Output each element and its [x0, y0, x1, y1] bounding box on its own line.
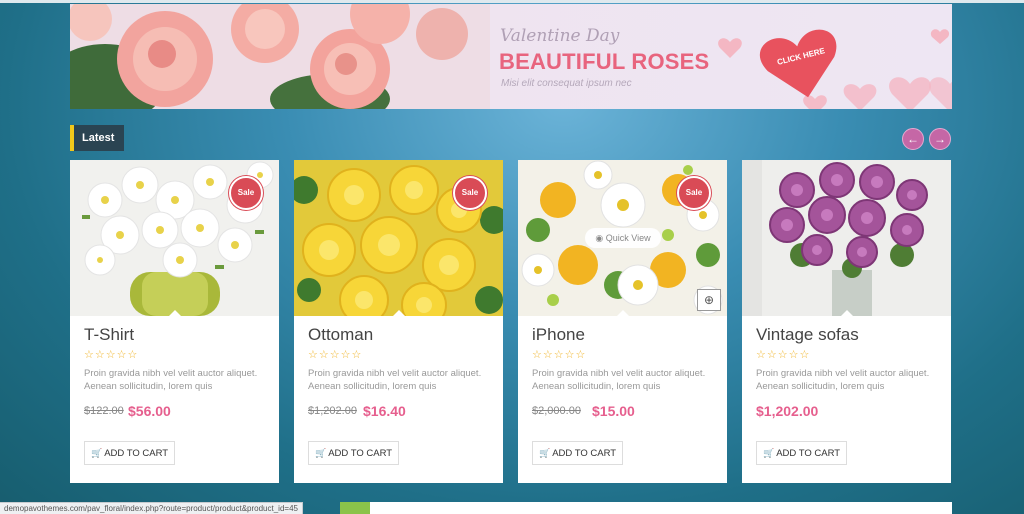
rating-stars: ☆☆☆☆☆: [756, 349, 811, 361]
product-description: Proin gravida nibh vel velit auctor aliq…: [84, 368, 258, 392]
product-old-price: $122.00: [84, 405, 124, 417]
add-to-cart-label: ADD TO CART: [104, 448, 169, 459]
add-to-cart-label: ADD TO CART: [328, 448, 393, 459]
add-to-cart-button[interactable]: 🛒 ADD TO CART: [84, 441, 176, 465]
hearts-decoration: [718, 29, 952, 109]
product-name[interactable]: T-Shirt: [84, 325, 134, 345]
product-card[interactable]: Sale Ottoman ☆☆☆☆☆ Proin gravida nibh ve…: [294, 160, 503, 483]
product-price: $56.00: [128, 403, 171, 419]
rating-stars: ☆☆☆☆☆: [308, 349, 363, 361]
carousel-next-button[interactable]: →: [929, 128, 951, 150]
product-name[interactable]: Ottoman: [308, 325, 373, 345]
top-line: [0, 0, 1024, 3]
product-price: $15.00: [592, 403, 635, 419]
product-description: Proin gravida nibh vel velit auctor aliq…: [308, 368, 482, 392]
sale-badge: Sale: [453, 176, 487, 210]
banner-subtext: Misi elit consequat ipsum nec: [501, 78, 632, 89]
carousel-prev-button[interactable]: ←: [902, 128, 924, 150]
product-price: $16.40: [363, 403, 406, 419]
cart-icon: 🛒: [315, 448, 327, 458]
quick-view-button[interactable]: ◉ Quick View: [585, 228, 661, 248]
cart-icon: 🛒: [763, 448, 775, 458]
cart-icon: 🛒: [539, 448, 551, 458]
card-notch: [840, 310, 854, 317]
card-notch: [616, 310, 630, 317]
banner-kicker: Valentine Day: [500, 26, 620, 46]
next-section-tab: [340, 502, 370, 514]
next-section-panel: [370, 502, 952, 514]
add-to-cart-label: ADD TO CART: [776, 448, 841, 459]
product-card[interactable]: Sale T-Shirt ☆☆☆☆☆ Proin gravida nibh ve…: [70, 160, 279, 483]
product-name[interactable]: iPhone: [532, 325, 585, 345]
add-to-cart-button[interactable]: 🛒 ADD TO CART: [756, 441, 848, 465]
card-notch: [168, 310, 182, 317]
eye-icon: ◉: [595, 233, 606, 243]
browser-status-url: demopavothemes.com/pav_floral/index.php?…: [0, 502, 303, 514]
quick-view-label: Quick View: [605, 233, 651, 243]
add-to-cart-button[interactable]: 🛒 ADD TO CART: [532, 441, 624, 465]
product-card[interactable]: Vintage sofas ☆☆☆☆☆ Proin gravida nibh v…: [742, 160, 951, 483]
add-to-cart-button[interactable]: 🛒 ADD TO CART: [308, 441, 400, 465]
rating-stars: ☆☆☆☆☆: [532, 349, 587, 361]
promo-banner[interactable]: Valentine Day BEAUTIFUL ROSES Misi elit …: [70, 4, 952, 109]
banner-headline: BEAUTIFUL ROSES: [499, 49, 710, 74]
section-title-latest: Latest: [70, 125, 124, 151]
product-old-price: $2,000.00: [532, 405, 581, 417]
rating-stars: ☆☆☆☆☆: [84, 349, 139, 361]
sale-badge: Sale: [677, 176, 711, 210]
product-old-price: $1,202.00: [308, 405, 357, 417]
product-price: $1,202.00: [756, 403, 819, 419]
product-card[interactable]: Sale ◉ Quick View ⊕ iPhone ☆☆☆☆☆ Proin g…: [518, 160, 727, 483]
add-to-cart-label: ADD TO CART: [552, 448, 617, 459]
sale-badge: Sale: [229, 176, 263, 210]
roses-image: [70, 4, 490, 109]
zoom-icon[interactable]: ⊕: [697, 289, 721, 311]
cart-icon: 🛒: [91, 448, 103, 458]
product-description: Proin gravida nibh vel velit auctor aliq…: [532, 368, 706, 392]
card-notch: [392, 310, 406, 317]
product-description: Proin gravida nibh vel velit auctor aliq…: [756, 368, 930, 392]
product-image-purple-roses[interactable]: [742, 160, 951, 316]
product-name[interactable]: Vintage sofas: [756, 325, 859, 345]
